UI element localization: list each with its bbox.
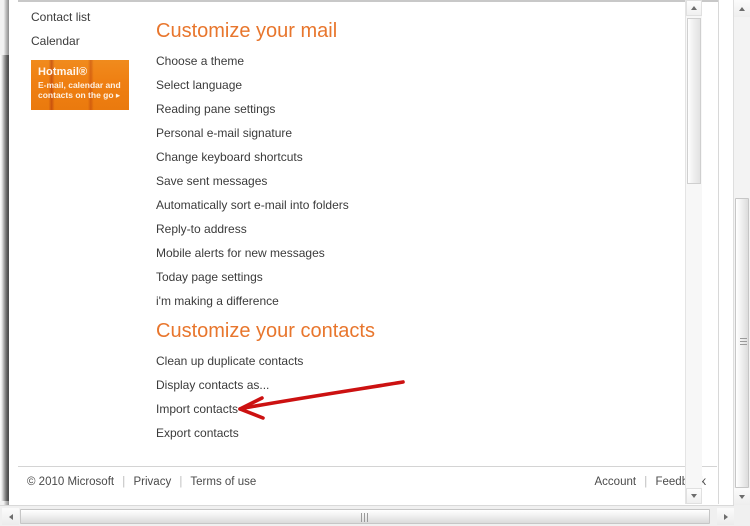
window-scroll-right-button[interactable] bbox=[717, 508, 734, 525]
link-personal-email-signature[interactable]: Personal e-mail signature bbox=[156, 127, 292, 140]
list-item: Automatically sort e-mail into folders bbox=[156, 196, 349, 220]
link-reading-pane-settings[interactable]: Reading pane settings bbox=[156, 103, 275, 116]
list-item: Reading pane settings bbox=[156, 100, 349, 124]
scrollbar-grip bbox=[361, 513, 370, 522]
link-export-contacts[interactable]: Export contacts bbox=[156, 427, 239, 440]
scrollbar-grip bbox=[740, 338, 747, 348]
window-hscrollbar-thumb[interactable] bbox=[20, 509, 710, 524]
copyright-text: © 2010 Microsoft bbox=[27, 476, 115, 488]
list-item: Change keyboard shortcuts bbox=[156, 148, 349, 172]
link-change-keyboard-shortcuts[interactable]: Change keyboard shortcuts bbox=[156, 151, 303, 164]
triangle-up-icon bbox=[739, 6, 745, 11]
triangle-down-icon bbox=[739, 494, 745, 499]
inner-vertical-scrollbar[interactable] bbox=[685, 0, 702, 504]
list-item: Display contacts as... bbox=[156, 376, 303, 400]
list-item: i'm making a difference bbox=[156, 292, 349, 316]
sidebar-item-calendar[interactable]: Calendar bbox=[31, 35, 141, 48]
triangle-left-icon bbox=[8, 513, 13, 520]
link-choose-a-theme[interactable]: Choose a theme bbox=[156, 55, 244, 68]
contacts-options-list: Clean up duplicate contacts Display cont… bbox=[156, 352, 303, 448]
triangle-down-icon bbox=[691, 494, 697, 498]
list-item: Clean up duplicate contacts bbox=[156, 352, 303, 376]
triangle-right-icon bbox=[723, 513, 728, 520]
list-item: Select language bbox=[156, 76, 349, 100]
footer-left-links: © 2010 Microsoft | Privacy | Terms of us… bbox=[27, 476, 256, 488]
page-title-customize-mail: Customize your mail bbox=[156, 20, 338, 42]
footer-separator: | bbox=[179, 476, 183, 488]
link-display-contacts-as[interactable]: Display contacts as... bbox=[156, 379, 269, 392]
mail-options-list: Choose a theme Select language Reading p… bbox=[156, 52, 349, 316]
link-save-sent-messages[interactable]: Save sent messages bbox=[156, 175, 267, 188]
sidebar-item-contact-list[interactable]: Contact list bbox=[31, 11, 141, 24]
window-scroll-left-button[interactable] bbox=[2, 508, 19, 525]
hotmail-promo-banner[interactable]: Hotmail® E-mail, calendar and contacts o… bbox=[31, 60, 129, 110]
scroll-down-button[interactable] bbox=[686, 488, 702, 504]
window-scroll-up-button[interactable] bbox=[734, 0, 750, 17]
list-item: Choose a theme bbox=[156, 52, 349, 76]
list-item: Import contacts bbox=[156, 400, 303, 424]
window-scrollbar-thumb[interactable] bbox=[735, 198, 749, 488]
list-item: Personal e-mail signature bbox=[156, 124, 349, 148]
page-footer: © 2010 Microsoft | Privacy | Terms of us… bbox=[18, 466, 717, 504]
window-horizontal-scrollbar[interactable] bbox=[0, 505, 750, 526]
promo-title: Hotmail® bbox=[38, 66, 88, 78]
list-item: Export contacts bbox=[156, 424, 303, 448]
list-item: Mobile alerts for new messages bbox=[156, 244, 349, 268]
link-reply-to-address[interactable]: Reply-to address bbox=[156, 223, 247, 236]
link-clean-up-duplicate-contacts[interactable]: Clean up duplicate contacts bbox=[156, 355, 303, 368]
scrollbar-thumb[interactable] bbox=[687, 18, 701, 184]
scroll-up-button[interactable] bbox=[686, 0, 702, 16]
triangle-up-icon bbox=[691, 6, 697, 10]
window-left-edge-shadow bbox=[0, 55, 9, 501]
link-im-making-a-difference[interactable]: i'm making a difference bbox=[156, 295, 279, 308]
footer-link-terms-of-use[interactable]: Terms of use bbox=[190, 476, 256, 488]
page-title-customize-contacts: Customize your contacts bbox=[156, 320, 375, 342]
footer-link-privacy[interactable]: Privacy bbox=[134, 476, 172, 488]
list-item: Save sent messages bbox=[156, 172, 349, 196]
list-item: Today page settings bbox=[156, 268, 349, 292]
window-vertical-scrollbar[interactable] bbox=[733, 0, 750, 505]
browser-viewport: Today Contact list Calendar Hotmail® E-m… bbox=[0, 0, 750, 526]
list-item: Reply-to address bbox=[156, 220, 349, 244]
window-scroll-down-button[interactable] bbox=[734, 488, 750, 505]
link-mobile-alerts[interactable]: Mobile alerts for new messages bbox=[156, 247, 325, 260]
sidebar-nav: Today Contact list Calendar bbox=[31, 0, 141, 59]
footer-separator: | bbox=[644, 476, 648, 488]
promo-subtitle: E-mail, calendar and contacts on the go … bbox=[38, 80, 121, 100]
link-select-language[interactable]: Select language bbox=[156, 79, 242, 92]
link-auto-sort-email[interactable]: Automatically sort e-mail into folders bbox=[156, 199, 349, 212]
page-document: Today Contact list Calendar Hotmail® E-m… bbox=[9, 0, 719, 504]
link-today-page-settings[interactable]: Today page settings bbox=[156, 271, 263, 284]
scrollbar-corner bbox=[734, 505, 750, 526]
link-import-contacts[interactable]: Import contacts bbox=[156, 403, 238, 416]
footer-link-account[interactable]: Account bbox=[595, 476, 637, 488]
footer-separator: | bbox=[122, 476, 126, 488]
